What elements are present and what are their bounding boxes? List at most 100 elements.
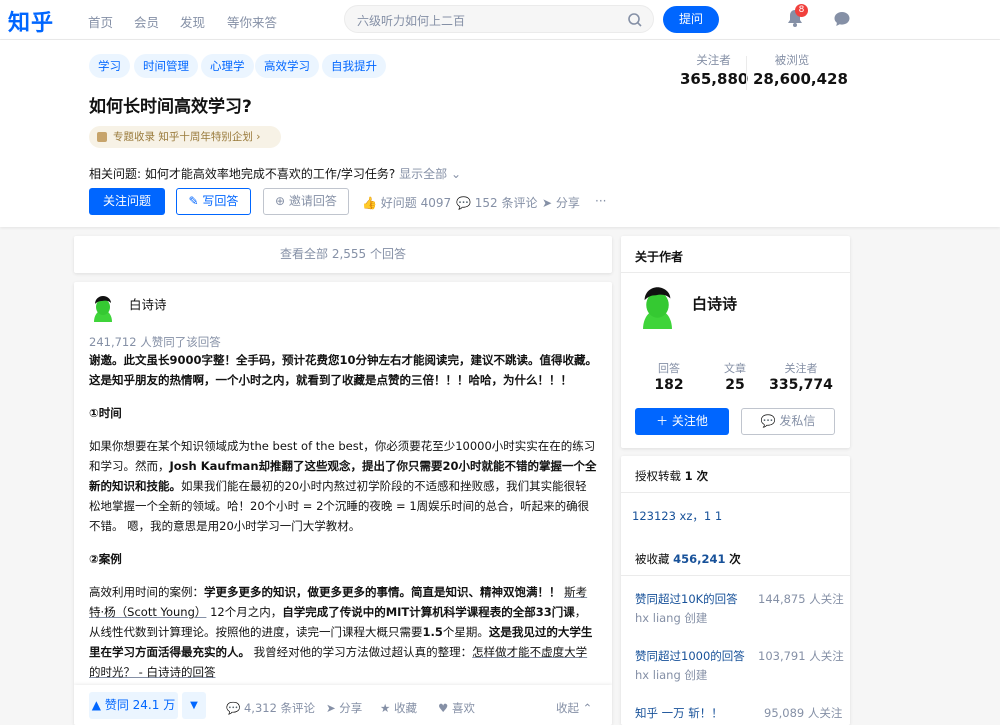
articles-label: 文章 — [724, 362, 746, 375]
author-followers-label: 关注者 — [784, 362, 818, 375]
zhihu-logo[interactable]: 知乎 — [8, 5, 54, 37]
invite-answer-button[interactable]: ⊕ 邀请回答 — [263, 188, 349, 215]
collapse-button[interactable]: 收起 ⌃ — [556, 700, 592, 716]
follow-author-label: 关注他 — [671, 414, 708, 428]
avatar-image — [635, 284, 680, 329]
answer-comments-label: 4,312 条评论 — [243, 701, 316, 715]
divider — [621, 492, 850, 493]
more-options-button[interactable]: ··· — [595, 194, 606, 208]
good-question-label: 好问题 4097 — [380, 196, 452, 210]
repost-user-link[interactable]: 123123 xz，1 1 — [632, 508, 722, 524]
avatar-image — [89, 294, 117, 322]
upvote-button[interactable]: ▲ 赞同 24.1 万 — [89, 692, 178, 719]
question-share-label: 分享 — [555, 196, 580, 210]
question-share-button[interactable]: ➤ 分享 — [542, 194, 580, 211]
view-all-answers-link[interactable]: 查看全部 2,555 个回答 — [74, 236, 612, 273]
follow-author-button[interactable]: ＋ 关注他 — [635, 408, 729, 435]
share-icon: ➤ — [326, 701, 340, 715]
section-heading: ①时间 — [89, 406, 122, 420]
about-author-heading: 关于作者 — [635, 250, 684, 264]
views-count: 28,600,428 — [753, 70, 848, 88]
nav-discover[interactable]: 发现 — [180, 12, 205, 31]
topic-tag[interactable]: 自我提升 — [322, 54, 386, 78]
heart-icon: ♥ — [438, 701, 452, 715]
pencil-icon: ✎ — [188, 194, 203, 208]
views-label: 被浏览 — [774, 53, 810, 67]
write-answer-button[interactable]: ✎ 写回答 — [176, 188, 251, 215]
followers-label: 关注者 — [696, 53, 731, 67]
answers-label: 回答 — [658, 362, 680, 375]
chevron-right-icon: › — [256, 131, 261, 143]
topic-tag[interactable]: 高效学习 — [255, 54, 319, 78]
collection-icon — [97, 132, 107, 142]
ask-question-button[interactable]: 提问 — [663, 6, 719, 33]
topic-tag[interactable]: 时间管理 — [134, 54, 198, 78]
special-collection-badge[interactable]: 专题收录 知乎十周年特别企划 › — [89, 126, 281, 148]
answer-share-label: 分享 — [339, 701, 363, 715]
nav-waiting[interactable]: 等你来答 — [227, 12, 277, 31]
related-question-link[interactable]: 如何才能高效率地完成不喜欢的工作/学习任务? — [145, 167, 395, 181]
search-placeholder: 六级听力如何上二百 — [357, 14, 466, 28]
send-message-button[interactable]: 💬 发私信 — [741, 408, 835, 435]
message-icon: 💬 — [760, 414, 780, 428]
like-label: 喜欢 — [451, 701, 475, 715]
collected-heading: 被收藏 456,241 次 — [635, 552, 741, 566]
author-avatar[interactable] — [635, 284, 680, 329]
collection-follower-count: 95,089 人关注 — [764, 706, 843, 720]
repost-heading: 授权转载 1 次 — [635, 469, 709, 483]
author-followers-count[interactable]: 335,774 — [761, 377, 841, 393]
plus-icon: ＋ — [656, 414, 672, 428]
show-all-link[interactable]: 显示全部 — [399, 167, 447, 181]
message-icon[interactable] — [832, 9, 852, 29]
top-navbar: 知乎 首页 会员 发现 等你来答 六级听力如何上二百 提问 8 — [0, 0, 1000, 40]
share-icon: ➤ — [542, 196, 556, 210]
invite-answer-label: 邀请回答 — [288, 194, 337, 208]
collect-label: 收藏 — [393, 701, 417, 715]
answer-paragraph: 谢邀。此文虽长9000字整！全手码，预计花费您10分钟左右才能阅读完，建议不跳读… — [89, 353, 598, 387]
collection-title-link[interactable]: 赞同超过10K的回答 — [635, 591, 738, 607]
collection-title-link[interactable]: 赞同超过1000的回答 — [635, 648, 745, 664]
collection-title-link[interactable]: 知乎 一万 斩！！ — [635, 705, 723, 721]
special-collection-label: 专题收录 知乎十周年特别企划 — [113, 131, 253, 143]
thumb-up-icon: 👍 — [362, 196, 381, 210]
like-button[interactable]: ♥ 喜欢 — [438, 700, 475, 716]
answer-author-name[interactable]: 白诗诗 — [129, 294, 167, 313]
answer-vote-count: 241,712 人赞同了该回答 — [89, 335, 221, 349]
answer-share-button[interactable]: ➤ 分享 — [326, 700, 362, 716]
topic-tag[interactable]: 心理学 — [201, 54, 254, 78]
star-icon: ★ — [380, 701, 394, 715]
collapse-label: 收起 — [556, 701, 579, 715]
avatar[interactable] — [89, 294, 117, 322]
section-heading: ②案例 — [89, 552, 122, 566]
answer-paragraph: 高效利用时间的案例：学更多更多的知识，做更多更多的事情。简直是知识、精神双饱满！… — [89, 585, 593, 679]
answer-comments-button[interactable]: 💬 4,312 条评论 — [226, 700, 315, 716]
divider — [621, 575, 850, 576]
stat-divider — [746, 56, 747, 90]
answer-content: 谢邀。此文虽长9000字整！全手码，预计花费您10分钟左右才能阅读完，建议不跳读… — [89, 350, 597, 695]
notification-badge: 8 — [795, 4, 808, 17]
followers-count: 365,880 — [680, 70, 749, 88]
nav-vip[interactable]: 会员 — [134, 12, 159, 31]
related-question: 相关问题: 如何才能高效率地完成不喜欢的工作/学习任务? 显示全部 ⌄ — [89, 165, 461, 182]
collect-button[interactable]: ★ 收藏 — [380, 700, 417, 716]
collection-creator: hx liang 创建 — [635, 611, 708, 625]
nav-home[interactable]: 首页 — [88, 12, 113, 31]
question-comments-button[interactable]: 💬 152 条评论 — [456, 194, 538, 211]
search-input[interactable]: 六级听力如何上二百 — [344, 5, 654, 33]
collection-follower-count: 103,791 人关注 — [758, 649, 844, 663]
question-comments-label: 152 条评论 — [474, 196, 538, 210]
answer-card: 白诗诗 241,712 人赞同了该回答 谢邀。此文虽长9000字整！全手码，预计… — [74, 282, 612, 725]
good-question-button[interactable]: 👍 好问题 4097 — [362, 194, 451, 211]
answer-paragraph: 如果你想要在某个知识领域成为the best of the best，你必须要花… — [89, 439, 597, 533]
author-name[interactable]: 白诗诗 — [692, 293, 737, 314]
downvote-button[interactable]: ▼ — [182, 692, 206, 719]
topic-tag[interactable]: 学习 — [89, 54, 130, 78]
invite-icon: ⊕ — [275, 194, 289, 208]
follow-question-button[interactable]: 关注问题 — [89, 188, 165, 215]
comment-icon: 💬 — [226, 701, 244, 715]
search-icon[interactable] — [627, 12, 643, 28]
collection-follower-count: 144,875 人关注 — [758, 592, 844, 606]
divider — [621, 272, 850, 273]
related-label: 相关问题: — [89, 167, 142, 181]
answer-action-bar: ▲ 赞同 24.1 万 ▼ 💬 4,312 条评论 ➤ 分享 ★ 收藏 ♥ 喜欢… — [74, 685, 612, 725]
